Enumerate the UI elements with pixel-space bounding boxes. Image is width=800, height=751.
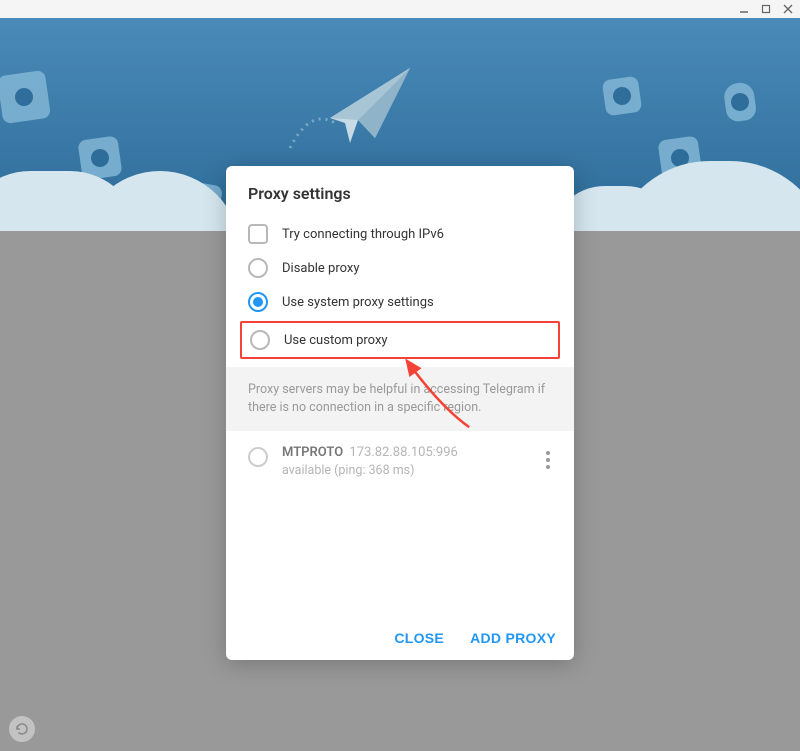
option-system-proxy[interactable]: Use system proxy settings bbox=[248, 285, 552, 319]
proxy-status: available (ping: 368 ms) bbox=[282, 463, 530, 478]
close-button[interactable]: CLOSE bbox=[394, 630, 444, 646]
more-icon[interactable] bbox=[544, 445, 552, 475]
proxy-item[interactable]: MTPROTO 173.82.88.105:996 available (pin… bbox=[248, 445, 552, 478]
add-proxy-button[interactable]: ADD PROXY bbox=[470, 630, 556, 646]
option-label: Try connecting through IPv6 bbox=[282, 227, 444, 242]
proxy-info: MTPROTO 173.82.88.105:996 available (pin… bbox=[282, 445, 530, 478]
option-label: Use system proxy settings bbox=[282, 295, 434, 310]
minimize-icon[interactable] bbox=[738, 3, 750, 15]
proxy-protocol: MTPROTO bbox=[282, 445, 343, 460]
proxy-list: MTPROTO 173.82.88.105:996 available (pin… bbox=[226, 431, 574, 616]
proxy-address: 173.82.88.105:996 bbox=[349, 445, 457, 460]
option-ipv6[interactable]: Try connecting through IPv6 bbox=[248, 217, 552, 251]
radio-icon bbox=[248, 447, 268, 467]
window-titlebar bbox=[0, 0, 800, 18]
radio-icon bbox=[248, 292, 268, 312]
radio-icon bbox=[250, 330, 270, 350]
maximize-icon[interactable] bbox=[760, 3, 772, 15]
option-disable-proxy[interactable]: Disable proxy bbox=[248, 251, 552, 285]
proxy-options-group: Try connecting through IPv6 Disable prox… bbox=[226, 217, 574, 367]
option-label: Use custom proxy bbox=[284, 333, 388, 348]
option-label: Disable proxy bbox=[282, 261, 360, 276]
close-icon[interactable] bbox=[782, 3, 794, 15]
proxy-settings-modal: Proxy settings Try connecting through IP… bbox=[226, 166, 574, 660]
proxy-info-text: Proxy servers may be helpful in accessin… bbox=[226, 367, 574, 431]
modal-title: Proxy settings bbox=[226, 166, 574, 217]
checkbox-icon bbox=[248, 224, 268, 244]
modal-footer: CLOSE ADD PROXY bbox=[226, 616, 574, 660]
modal-overlay: Proxy settings Try connecting through IP… bbox=[0, 18, 800, 751]
option-custom-proxy[interactable]: Use custom proxy bbox=[248, 327, 552, 353]
radio-icon bbox=[248, 258, 268, 278]
annotation-highlight: Use custom proxy bbox=[240, 321, 560, 359]
